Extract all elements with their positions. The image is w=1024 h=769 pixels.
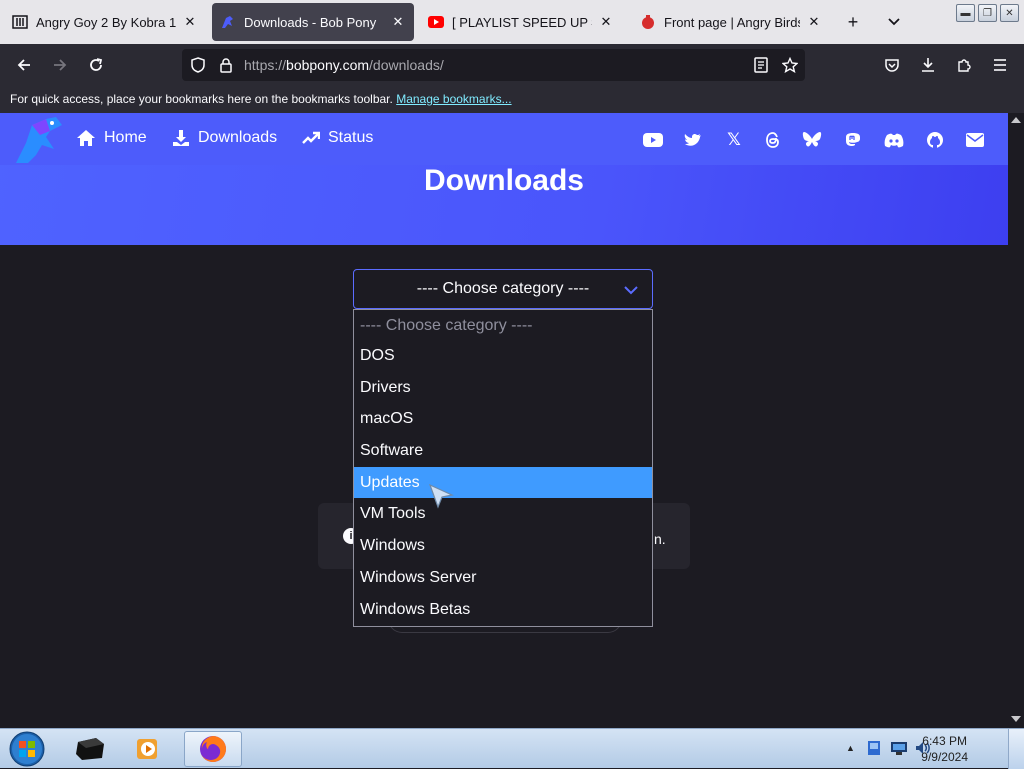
network-icon[interactable] <box>890 740 908 761</box>
home-icon <box>77 130 95 146</box>
bookmarks-toolbar: For quick access, place your bookmarks h… <box>0 86 1024 113</box>
list-tabs-chevron-icon[interactable] <box>882 10 906 34</box>
tab-title: Front page | Angry Birds <box>664 14 800 30</box>
extensions-icon[interactable] <box>952 53 976 77</box>
close-window-icon[interactable]: ✕ <box>1000 4 1019 22</box>
url-bar[interactable]: https://bobpony.com/downloads/ <box>182 49 805 81</box>
tray-app-icon[interactable] <box>866 739 882 762</box>
bluesky-icon[interactable] <box>802 130 822 150</box>
option-windows-betas[interactable]: Windows Betas <box>354 594 652 626</box>
lock-icon[interactable] <box>214 53 238 77</box>
nav-home[interactable]: Home <box>76 129 147 147</box>
tray-expand-icon[interactable]: ▲ <box>846 743 855 753</box>
back-icon[interactable] <box>12 53 36 77</box>
notice-text: n. <box>654 531 666 547</box>
taskbar: ▲ 6:43 PM 9/9/2024 <box>0 728 1024 769</box>
category-select-value: ---- Choose category ---- <box>416 280 590 297</box>
url-host: bobpony.com <box>286 57 370 73</box>
show-desktop-button[interactable] <box>1008 729 1024 769</box>
url-text: https://bobpony.com/downloads/ <box>244 57 444 73</box>
tab-title: [ PLAYLIST SPEED UP #2 ] NI <box>452 14 592 30</box>
close-icon[interactable]: ✕ <box>182 14 198 30</box>
clock-time: 6:43 PM <box>922 734 967 748</box>
navigation-toolbar: https://bobpony.com/downloads/ <box>0 44 1024 86</box>
forward-icon[interactable] <box>48 53 72 77</box>
option-vm-tools[interactable]: VM Tools <box>354 498 652 530</box>
option-windows-server[interactable]: Windows Server <box>354 562 652 594</box>
url-path: /downloads/ <box>369 57 444 73</box>
option-windows[interactable]: Windows <box>354 530 652 562</box>
pocket-icon[interactable] <box>880 53 904 77</box>
tab-title: Downloads - Bob Pony <box>244 14 377 30</box>
mouse-cursor-icon <box>428 483 454 514</box>
bookmark-star-icon[interactable] <box>778 53 802 77</box>
tab-angry-goy[interactable]: Angry Goy 2 By Kobra 1488 : ✕ <box>4 4 206 40</box>
option-dos[interactable]: DOS <box>354 340 652 372</box>
page-scrollbar[interactable] <box>1008 113 1024 728</box>
nav-downloads-label: Downloads <box>198 129 278 146</box>
site-logo[interactable] <box>12 115 64 170</box>
taskbar-clock[interactable]: 6:43 PM 9/9/2024 <box>921 733 968 765</box>
mastodon-icon[interactable] <box>843 130 863 150</box>
scroll-up-arrow-icon <box>1011 117 1021 123</box>
option-software[interactable]: Software <box>354 435 652 467</box>
download-icon <box>173 130 189 146</box>
angry-birds-icon <box>640 14 656 30</box>
bookmarks-hint: For quick access, place your bookmarks h… <box>10 92 393 106</box>
start-orb-icon[interactable] <box>2 731 52 767</box>
page-content: Home Downloads Status 𝕏 Downloads i n. -… <box>0 113 1008 728</box>
nav-status[interactable]: Status <box>302 129 373 147</box>
threads-icon[interactable] <box>763 130 783 150</box>
scroll-down-arrow-icon <box>1011 716 1021 722</box>
tab-playlist[interactable]: [ PLAYLIST SPEED UP #2 ] NI ✕ <box>420 4 622 40</box>
page-title: Downloads <box>423 164 584 197</box>
category-dropdown-list: ---- Choose category ---- DOS Drivers ma… <box>353 309 653 627</box>
github-icon[interactable] <box>925 130 945 150</box>
minimize-icon[interactable]: ▬ <box>956 4 975 22</box>
youtube-icon[interactable] <box>643 130 663 150</box>
media-player-icon[interactable] <box>120 731 176 767</box>
clock-date: 9/9/2024 <box>921 750 968 764</box>
nav-home-label: Home <box>104 129 147 146</box>
discord-icon[interactable] <box>884 130 904 150</box>
close-icon[interactable]: ✕ <box>390 14 406 30</box>
manage-bookmarks-link[interactable]: Manage bookmarks... <box>396 92 511 106</box>
close-icon[interactable]: ✕ <box>598 14 614 30</box>
tab-title: Angry Goy 2 By Kobra 1488 : <box>36 14 176 30</box>
option-drivers[interactable]: Drivers <box>354 372 652 404</box>
new-tab-icon[interactable]: + <box>841 10 865 34</box>
hero-banner: Home Downloads Status 𝕏 Downloads <box>0 113 1008 245</box>
option-macos[interactable]: macOS <box>354 403 652 435</box>
trending-icon <box>302 131 320 144</box>
category-select[interactable]: ---- Choose category ---- <box>353 269 653 309</box>
site-navbar: Home Downloads Status 𝕏 <box>0 113 1008 165</box>
twitter-icon[interactable] <box>683 130 703 150</box>
restore-icon[interactable]: ❐ <box>978 4 997 22</box>
reload-icon[interactable] <box>84 53 108 77</box>
chevron-down-icon <box>624 282 638 300</box>
reader-view-icon[interactable] <box>749 53 773 77</box>
tab-strip: Angry Goy 2 By Kobra 1488 : ✕ Downloads … <box>0 0 1024 44</box>
youtube-icon <box>428 14 444 30</box>
option-placeholder[interactable]: ---- Choose category ---- <box>354 310 652 340</box>
tab-angry-birds[interactable]: Front page | Angry Birds ✕ <box>632 4 830 40</box>
tab-downloads[interactable]: Downloads - Bob Pony ✕ <box>212 3 414 41</box>
option-updates[interactable]: Updates <box>354 466 652 499</box>
terminal-icon[interactable] <box>62 731 118 767</box>
downloads-icon[interactable] <box>916 53 940 77</box>
bobpony-icon <box>220 14 236 30</box>
firefox-icon[interactable] <box>184 731 242 767</box>
x-icon[interactable]: 𝕏 <box>724 130 744 150</box>
nav-downloads[interactable]: Downloads <box>172 129 277 147</box>
url-prefix: https:// <box>244 57 287 73</box>
close-icon[interactable]: ✕ <box>806 14 822 30</box>
nav-status-label: Status <box>328 129 374 146</box>
column-icon <box>12 14 28 30</box>
menu-icon[interactable] <box>988 53 1012 77</box>
email-icon[interactable] <box>965 130 985 150</box>
shield-icon[interactable] <box>186 53 210 77</box>
